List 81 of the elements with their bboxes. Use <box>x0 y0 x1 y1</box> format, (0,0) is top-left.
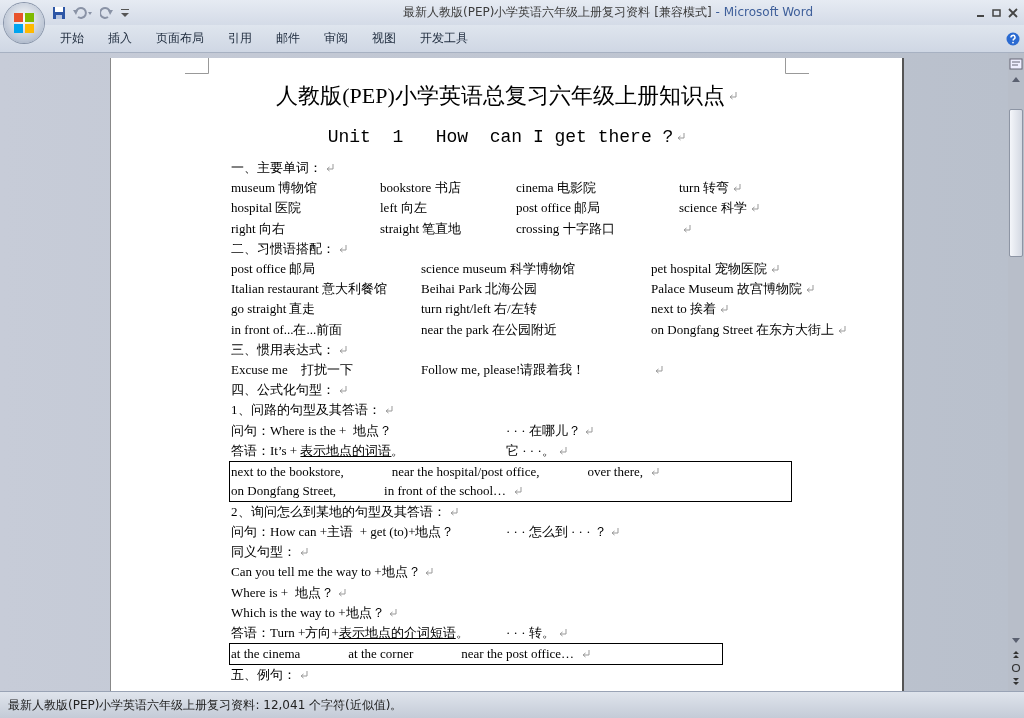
browse-object-icon[interactable] <box>1011 663 1021 673</box>
ribbon-tab[interactable]: 页面布局 <box>144 27 216 50</box>
previous-page-icon[interactable] <box>1011 649 1021 659</box>
crop-mark <box>185 58 209 74</box>
document-text: science 科学 <box>679 199 747 218</box>
help-icon[interactable] <box>1006 31 1020 46</box>
document-text: next to the bookstore, <box>231 463 344 480</box>
document-text: turn right/left 右/左转 <box>421 300 538 319</box>
save-icon[interactable] <box>52 5 66 20</box>
close-icon[interactable] <box>1008 7 1018 18</box>
document-text: 答语：Turn +方向+表示地点的介词短语。 <box>231 624 470 643</box>
document-text: right 向右 <box>231 219 286 238</box>
document-text: 问句：Where is the + 地点？ <box>231 421 393 440</box>
ribbon-tab[interactable]: 引用 <box>216 27 264 50</box>
ribbon-tab[interactable]: 插入 <box>96 27 144 50</box>
document-title: 人教版(PEP)小学英语总复习六年级上册知识点 <box>276 82 725 110</box>
document-text: at the corner <box>348 645 414 662</box>
document-text: · · · 转。 <box>506 624 555 643</box>
app-name: - Microsoft Word <box>715 5 813 19</box>
document-text: hospital 医院 <box>231 199 303 218</box>
ribbon-tab[interactable]: 开发工具 <box>408 27 480 50</box>
document-text: Can you tell me the way to +地点？ <box>231 563 421 582</box>
document-text: 问句：How can +主语 + get (to)+地点？ <box>231 523 456 542</box>
document-text: 它 · · ·。 <box>506 441 555 460</box>
next-page-icon[interactable] <box>1011 677 1021 687</box>
document-text: post office 邮局 <box>516 199 602 218</box>
document-text: Which is the way to +地点？ <box>231 603 385 622</box>
document-text: Excuse me 打扰一下 <box>231 360 354 379</box>
document-text: 一、主要单词： <box>231 159 322 178</box>
document-text: Where is + 地点？ <box>231 583 334 602</box>
document-text: 同义句型： <box>231 543 296 562</box>
document-text: cinema 电影院 <box>516 179 597 198</box>
ribbon-tab[interactable]: 审阅 <box>312 27 360 50</box>
window-title: 最新人教版(PEP)小学英语六年级上册复习资料 [兼容模式] <box>403 5 712 19</box>
scroll-down-icon[interactable] <box>1011 637 1021 645</box>
ribbon-tab[interactable]: 开始 <box>48 27 96 50</box>
document-text: straight 笔直地 <box>380 219 463 238</box>
document-text: next to 挨着 <box>651 300 716 319</box>
document-text: 1、问路的句型及其答语： <box>231 401 381 420</box>
document-text: pet hospital 宠物医院 <box>651 260 767 279</box>
document-text: post office 邮局 <box>231 260 317 279</box>
status-text: 最新人教版(PEP)小学英语六年级上册复习资料: 12,041 个字符(近似值)。 <box>8 696 403 714</box>
vertical-scrollbar[interactable] <box>1008 53 1024 691</box>
document-text: in front of the school… <box>384 483 507 500</box>
document-text: in front of...在...前面 <box>231 320 344 339</box>
crop-mark <box>785 58 809 74</box>
scroll-up-icon[interactable] <box>1011 75 1021 83</box>
document-text: go straight 直走 <box>231 300 317 319</box>
document-text: 四、公式化句型： <box>231 381 335 400</box>
document-text: Beihai Park 北海公园 <box>421 280 539 299</box>
document-text: Follow me, please!请跟着我！ <box>421 360 587 379</box>
ribbon-tab[interactable]: 邮件 <box>264 27 312 50</box>
document-text: · · · 怎么到 · · · ？ <box>506 523 607 542</box>
document-text: on Dongfang Street, <box>231 483 337 500</box>
document-text: Palace Museum 故宫博物院 <box>651 280 802 299</box>
document-text: near the hospital/post office, <box>391 463 540 480</box>
document-text: bookstore 书店 <box>380 179 462 198</box>
scroll-thumb[interactable] <box>1009 109 1023 257</box>
document-text: 答语：It’s + 表示地点的词语。 <box>231 441 406 460</box>
ruler-icon[interactable] <box>1009 57 1023 71</box>
document-text: 2、询问怎么到某地的句型及其答语： <box>231 502 446 521</box>
document-text: science museum 科学博物馆 <box>421 260 576 279</box>
four-squares-icon <box>11 10 37 36</box>
document-text: museum 博物馆 <box>231 179 319 198</box>
document-text: on Dongfang Street 在东方大街上 <box>651 320 835 339</box>
document-text: left 向左 <box>380 199 428 218</box>
restore-icon[interactable] <box>992 7 1002 18</box>
office-button[interactable] <box>4 3 44 43</box>
document-text: crossing 十字路口 <box>516 219 616 238</box>
document-text: over there, <box>587 463 644 480</box>
ribbon-tab[interactable]: 视图 <box>360 27 408 50</box>
unit-heading: Unit 1 How can I get there ? <box>327 127 674 147</box>
document-text: 二、习惯语搭配： <box>231 239 335 258</box>
document-text: Italian restaurant 意大利餐馆 <box>231 280 388 299</box>
document-text: near the post office… <box>461 645 575 662</box>
document-text: turn 转弯 <box>679 179 730 198</box>
document-text: near the park 在公园附近 <box>421 320 559 339</box>
document-text: 三、惯用表达式： <box>231 340 335 359</box>
document-text: at the cinema <box>231 645 301 662</box>
document-text: 五、例句： <box>231 665 296 684</box>
document-text: · · · 在哪儿？ <box>506 421 581 440</box>
